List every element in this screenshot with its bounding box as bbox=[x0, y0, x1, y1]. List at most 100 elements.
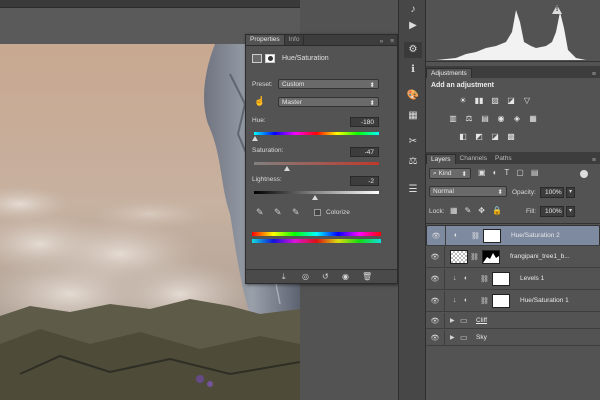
trash-icon[interactable]: 🗑 bbox=[362, 272, 372, 281]
levels-icon[interactable]: ▮▮ bbox=[474, 96, 484, 105]
invert-icon[interactable]: ◧ bbox=[458, 132, 468, 141]
layer-mask-icon[interactable] bbox=[265, 54, 275, 63]
layer-row-hue-saturation-2[interactable]: 👁 ◐ ⛓ Hue/Saturation 2 bbox=[426, 225, 600, 247]
color-lookup-icon[interactable]: ▦ bbox=[528, 114, 538, 123]
properties-panel[interactable]: Properties Info » ≡ Hue/Saturation Prese… bbox=[245, 34, 398, 284]
lock-transparency-icon[interactable]: ▦ bbox=[450, 206, 458, 215]
play-icon[interactable]: ▶ bbox=[404, 18, 422, 34]
hue-input[interactable]: -180 bbox=[350, 117, 379, 127]
lightness-slider-track[interactable] bbox=[254, 191, 379, 194]
panel-menu-icon[interactable]: ≡ bbox=[588, 157, 600, 164]
panel-menu-icon[interactable]: ≡ bbox=[588, 71, 600, 78]
blend-mode-dropdown[interactable]: Normal ⬍ bbox=[429, 186, 507, 197]
lightness-slider-thumb[interactable] bbox=[312, 195, 318, 200]
link-icon: ⛓ bbox=[470, 254, 479, 261]
filter-type-icon[interactable]: T bbox=[504, 168, 509, 177]
tab-channels[interactable]: Channels bbox=[456, 154, 491, 164]
opacity-input[interactable]: 100% bbox=[540, 187, 564, 198]
info-icon[interactable]: ℹ bbox=[404, 62, 422, 78]
tab-info[interactable]: Info bbox=[285, 35, 305, 45]
tab-layers[interactable]: Layers bbox=[426, 154, 456, 164]
audio-icon[interactable]: ♪ bbox=[404, 2, 422, 18]
eye-icon[interactable]: 👁 bbox=[430, 275, 440, 283]
panel-menu-icon[interactable]: ≡ bbox=[387, 38, 397, 45]
filter-adjustment-icon[interactable]: ◐ bbox=[493, 168, 498, 177]
layer-name: Cliff bbox=[476, 317, 488, 324]
lightness-label: Lightness: bbox=[252, 176, 282, 183]
filter-toggle-icon[interactable] bbox=[580, 170, 588, 178]
layer-mask-thumbnail[interactable] bbox=[492, 272, 510, 286]
channel-mixer-icon[interactable]: ◈ bbox=[512, 114, 522, 123]
threshold-icon[interactable]: ◪ bbox=[490, 132, 500, 141]
adjustments-row-2: ▥ ⚖ ▤ ◉ ◈ ▦ bbox=[448, 114, 538, 123]
eye-icon[interactable]: 👁 bbox=[430, 253, 440, 261]
character-icon[interactable]: ☰ bbox=[404, 182, 422, 198]
reset-icon[interactable]: ↺ bbox=[322, 272, 329, 281]
lightness-input[interactable]: -2 bbox=[350, 176, 379, 186]
layer-mask-thumbnail[interactable] bbox=[492, 294, 510, 308]
opacity-label: Opacity: bbox=[512, 189, 536, 196]
filter-smart-object-icon[interactable]: ▤ bbox=[531, 168, 539, 177]
layer-row-hue-saturation-1[interactable]: 👁 ↓ ◐ ⛓ Hue/Saturation 1 bbox=[426, 291, 600, 312]
tool-presets-icon[interactable]: ✂ bbox=[404, 134, 422, 150]
vibrance-icon[interactable]: ▽ bbox=[522, 96, 532, 105]
colorize-checkbox[interactable] bbox=[314, 209, 321, 216]
tab-adjustments[interactable]: Adjustments bbox=[426, 68, 472, 78]
lock-position-icon[interactable]: ✥ bbox=[478, 206, 485, 215]
adjustment-layer-icon[interactable] bbox=[252, 54, 262, 63]
lock-pixels-icon[interactable]: ✎ bbox=[465, 206, 472, 215]
fill-dropdown-icon[interactable]: ▾ bbox=[566, 206, 575, 217]
layer-group-sky[interactable]: 👁 ▶ ▭ Sky bbox=[426, 330, 600, 346]
saturation-input[interactable]: -47 bbox=[350, 147, 379, 157]
layer-row-frangipani[interactable]: 👁 ⛓ frangipani_tree1_b... bbox=[426, 247, 600, 268]
view-previous-icon[interactable]: ◎ bbox=[302, 272, 309, 281]
eye-icon[interactable]: 👁 bbox=[430, 334, 440, 342]
expand-arrow-icon[interactable]: ▶ bbox=[450, 317, 455, 324]
expand-arrow-icon[interactable]: ▶ bbox=[450, 334, 455, 341]
channel-dropdown[interactable]: Master ⬍ bbox=[278, 97, 379, 107]
adjustments-panel-icon[interactable]: ⚙ bbox=[404, 42, 422, 58]
opacity-dropdown-icon[interactable]: ▾ bbox=[566, 187, 575, 198]
swatches-icon[interactable]: ▦ bbox=[404, 108, 422, 124]
hue-slider-thumb[interactable] bbox=[252, 136, 258, 141]
visibility-icon[interactable]: ◉ bbox=[342, 272, 349, 281]
layer-thumbnail[interactable] bbox=[450, 250, 468, 264]
tab-properties[interactable]: Properties bbox=[246, 35, 285, 45]
clip-to-layer-icon[interactable]: ⤓ bbox=[282, 272, 286, 282]
layer-filter-dropdown[interactable]: ⌕ Kind ⬍ bbox=[429, 168, 471, 179]
eye-icon[interactable]: 👁 bbox=[430, 317, 440, 325]
curves-icon[interactable]: ▨ bbox=[490, 96, 500, 105]
eyedropper-minus-icon[interactable]: ✎ bbox=[292, 207, 300, 218]
eye-icon[interactable]: 👁 bbox=[431, 232, 441, 240]
eyedropper-icon[interactable]: ✎ bbox=[256, 207, 264, 218]
hue-slider-track[interactable] bbox=[254, 132, 379, 135]
exposure-icon[interactable]: ◪ bbox=[506, 96, 516, 105]
hue-label: Hue: bbox=[252, 117, 266, 124]
targeted-adjustment-hand-icon[interactable]: ☝ bbox=[254, 96, 265, 107]
lock-all-icon[interactable]: 🔒 bbox=[492, 206, 502, 215]
preset-dropdown[interactable]: Custom ⬍ bbox=[278, 79, 379, 89]
photo-filter-icon[interactable]: ◉ bbox=[496, 114, 506, 123]
collapse-panel-icon[interactable]: » bbox=[376, 38, 388, 45]
black-white-icon[interactable]: ▤ bbox=[480, 114, 490, 123]
filter-pixel-icon[interactable]: ▣ bbox=[478, 168, 486, 177]
brightness-contrast-icon[interactable]: ☀ bbox=[458, 96, 468, 105]
layer-mask-thumbnail[interactable] bbox=[482, 250, 500, 264]
eyedropper-plus-icon[interactable]: ✎ bbox=[274, 207, 282, 218]
layer-row-levels-1[interactable]: 👁 ↓ ◐ ⛓ Levels 1 bbox=[426, 269, 600, 290]
saturation-slider-track[interactable] bbox=[254, 162, 379, 165]
adjustment-title: Hue/Saturation bbox=[282, 55, 329, 62]
eye-icon[interactable]: 👁 bbox=[430, 297, 440, 305]
tab-paths[interactable]: Paths bbox=[491, 154, 516, 164]
posterize-icon[interactable]: ◩ bbox=[474, 132, 484, 141]
layer-group-cliff[interactable]: 👁 ▶ ▭ Cliff bbox=[426, 313, 600, 329]
selective-color-icon[interactable]: ▩ bbox=[506, 132, 516, 141]
layer-mask-thumbnail[interactable] bbox=[483, 229, 501, 243]
hue-saturation-icon[interactable]: ▥ bbox=[448, 114, 458, 123]
filter-shape-icon[interactable]: ▢ bbox=[516, 168, 524, 177]
saturation-slider-thumb[interactable] bbox=[284, 166, 290, 171]
color-icon[interactable]: 🎨 bbox=[404, 88, 422, 104]
color-balance-icon[interactable]: ⚖ bbox=[464, 114, 474, 123]
fill-input[interactable]: 100% bbox=[540, 206, 564, 217]
brush-icon[interactable]: ⚖ bbox=[404, 154, 422, 170]
